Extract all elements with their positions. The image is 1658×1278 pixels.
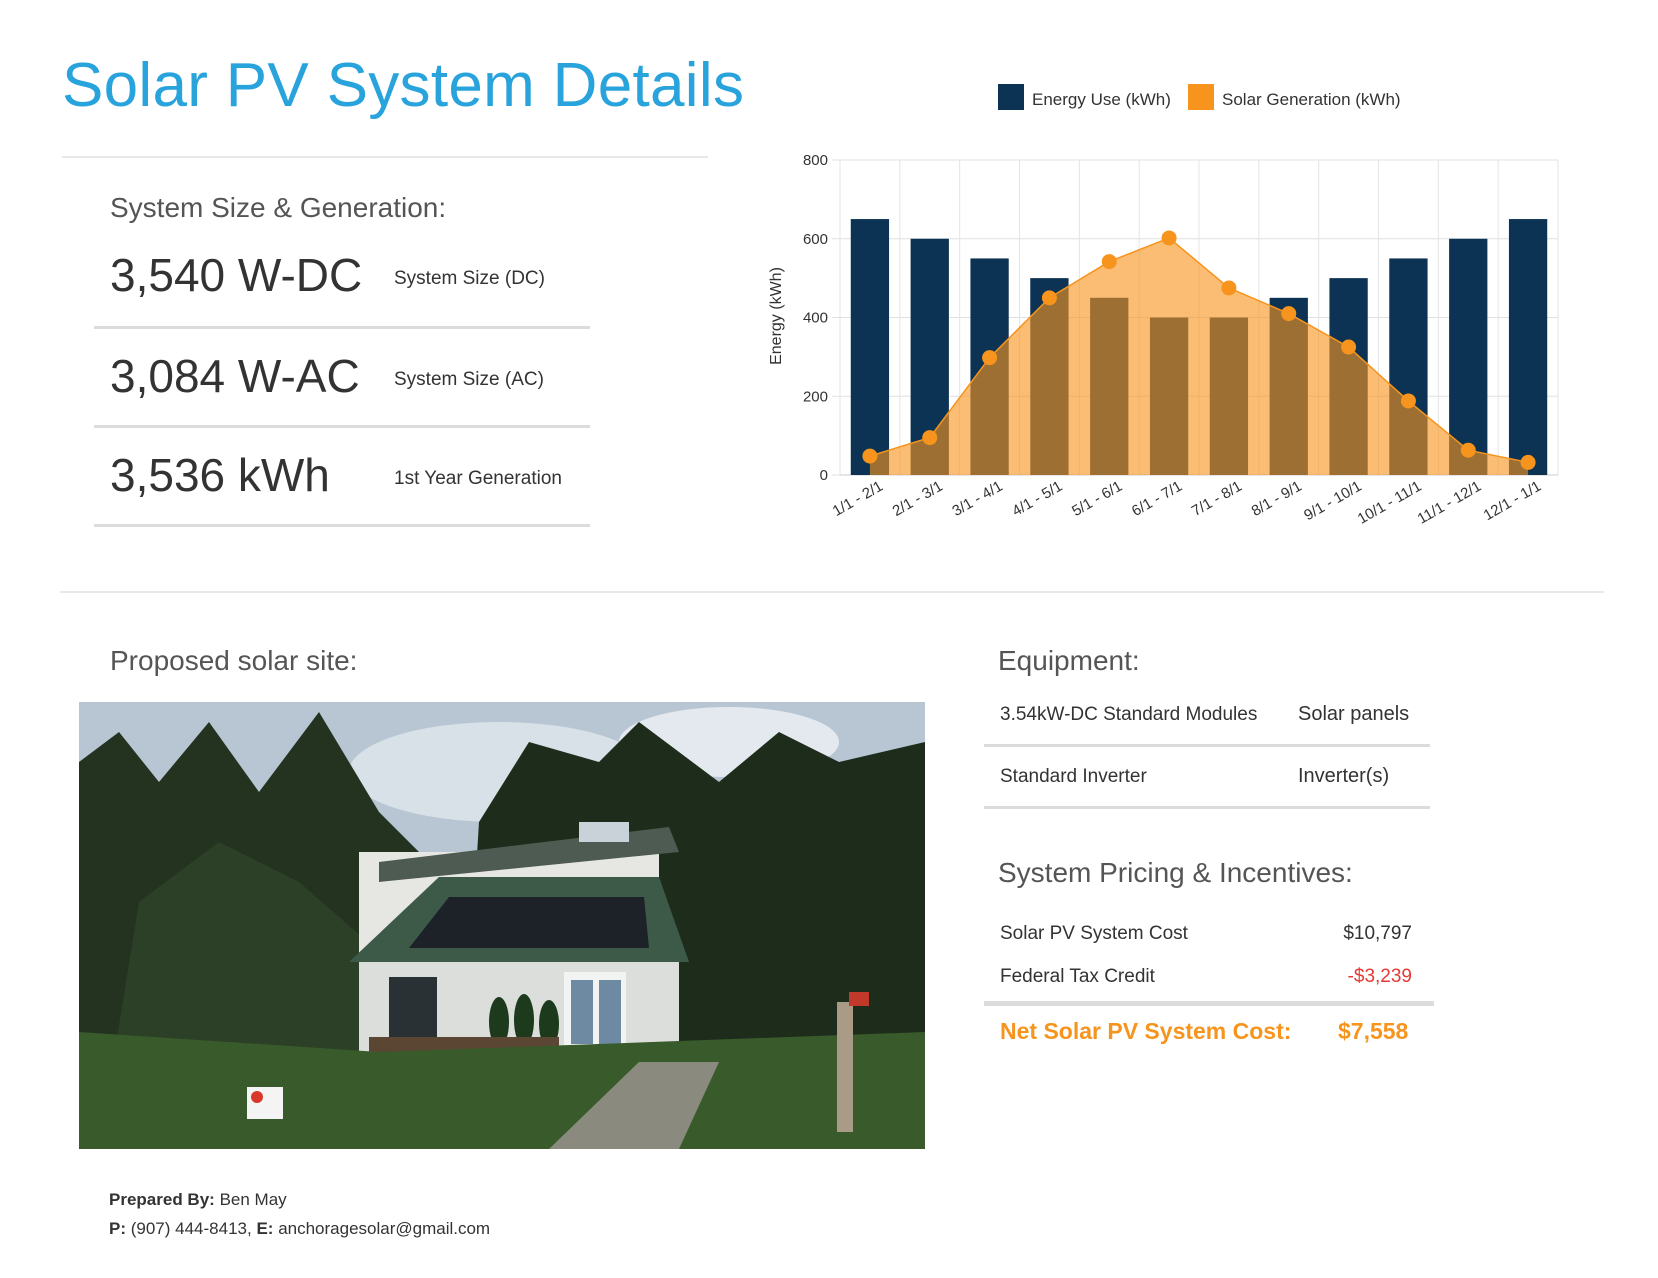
legend-swatch-solar-generation <box>1188 84 1214 110</box>
x-tick-label: 2/1 - 3/1 <box>890 478 946 520</box>
system-size-ac-label: System Size (AC) <box>394 369 544 390</box>
pricing-heading: System Pricing & Incentives: <box>998 857 1353 888</box>
x-tick-label: 3/1 - 4/1 <box>949 478 1005 520</box>
system-size-dc-value: 3,540 W-DC <box>110 249 363 301</box>
system-cost-amount: $10,797 <box>1343 923 1412 944</box>
equipment-row-inverter: Standard Inverter Inverter(s) <box>984 747 1430 809</box>
x-tick-label: 1/1 - 2/1 <box>830 478 886 520</box>
solar-generation-point <box>1460 442 1476 458</box>
email-address[interactable]: anchoragesolar@gmail.com <box>278 1219 490 1238</box>
pricing-total-divider <box>984 1001 1434 1006</box>
solar-generation-point <box>1101 254 1117 270</box>
solar-generation-point <box>1221 280 1237 296</box>
prepared-by-label: Prepared By: <box>109 1190 215 1209</box>
system-size-dc-label: System Size (DC) <box>394 268 545 289</box>
page-title: Solar PV System Details <box>62 51 745 120</box>
pricing-row-system-cost: Solar PV System Cost $10,797 <box>1000 923 1412 947</box>
equipment-heading: Equipment: <box>998 645 1140 676</box>
chart-legend: Energy Use (kWh) Solar Generation (kWh) <box>998 84 1401 110</box>
solar-generation-point <box>1281 306 1297 322</box>
energy-chart-svg: Energy Use (kWh) Solar Generation (kWh) … <box>768 84 1559 528</box>
net-cost-amount: $7,558 <box>1338 1018 1409 1044</box>
y-tick-label: 0 <box>820 467 828 484</box>
pricing-row-tax-credit: Federal Tax Credit -$3,239 <box>1000 966 1412 990</box>
section-divider <box>60 591 1604 593</box>
x-tick-label: 5/1 - 6/1 <box>1069 478 1125 520</box>
y-tick-label: 600 <box>803 231 828 248</box>
tax-credit-amount: -$3,239 <box>1347 966 1412 987</box>
equipment-modules-type: Solar panels <box>1298 703 1410 725</box>
title-divider <box>62 156 708 158</box>
x-tick-label: 7/1 - 8/1 <box>1189 478 1245 520</box>
metric-row-ac: 3,084 W-AC System Size (AC) <box>94 329 590 428</box>
energy-use-bar <box>850 219 890 475</box>
x-tick-label: 9/1 - 10/1 <box>1301 478 1364 524</box>
solar-generation-point <box>1400 393 1416 409</box>
metric-row-generation: 3,536 kWh 1st Year Generation <box>94 428 590 527</box>
prepared-by-line: Prepared By: Ben May <box>109 1190 287 1210</box>
net-cost-label: Net Solar PV System Cost: <box>1000 1018 1292 1044</box>
x-tick-label: 4/1 - 5/1 <box>1009 478 1065 520</box>
solar-generation-point <box>1161 230 1177 246</box>
tax-credit-label: Federal Tax Credit <box>1000 966 1155 987</box>
prepared-by-name: Ben May <box>219 1190 287 1209</box>
solar-generation-point <box>1341 339 1357 355</box>
solar-generation-point <box>862 448 878 464</box>
phone-number: (907) 444-8413, <box>130 1219 252 1238</box>
metric-row-dc: 3,540 W-DC System Size (DC) <box>94 242 590 329</box>
legend-label-solar-generation: Solar Generation (kWh) <box>1222 90 1401 109</box>
y-axis-label: Energy (kWh) <box>768 267 785 365</box>
legend-swatch-energy-use <box>998 84 1024 110</box>
solar-generation-point <box>982 350 998 366</box>
equipment-inverter-name: Standard Inverter <box>1000 766 1147 787</box>
energy-use-bar <box>1508 219 1548 475</box>
equipment-modules-name: 3.54kW-DC Standard Modules <box>1000 704 1258 725</box>
solar-generation-area <box>869 237 1529 475</box>
site-photo <box>79 702 925 1149</box>
x-tick-label: 10/1 - 11/1 <box>1355 478 1425 528</box>
system-cost-label: Solar PV System Cost <box>1000 923 1188 944</box>
system-size-heading: System Size & Generation: <box>110 192 447 223</box>
email-label: E: <box>256 1219 274 1238</box>
x-tick-label: 8/1 - 9/1 <box>1249 478 1305 520</box>
x-tick-label: 12/1 - 1/1 <box>1481 478 1544 524</box>
phone-label: P: <box>109 1219 126 1238</box>
solar-generation-point <box>922 430 938 446</box>
first-year-generation-value: 3,536 kWh <box>110 449 330 501</box>
equipment-inverter-type: Inverter(s) <box>1298 765 1390 787</box>
system-size-ac-value: 3,084 W-AC <box>110 350 360 402</box>
contact-line: P: (907) 444-8413, E: anchoragesolar@gma… <box>109 1219 490 1239</box>
x-tick-label: 6/1 - 7/1 <box>1129 478 1185 520</box>
y-tick-label: 400 <box>803 310 828 327</box>
x-tick-label: 11/1 - 12/1 <box>1415 478 1485 528</box>
site-photo-illustration <box>79 702 925 1149</box>
solar-generation-point <box>1520 454 1536 470</box>
net-cost-row: Net Solar PV System Cost: $7,558 <box>1000 1018 1418 1048</box>
equipment-row-modules: 3.54kW-DC Standard Modules Solar panels <box>984 690 1430 747</box>
legend-label-energy-use: Energy Use (kWh) <box>1032 90 1171 109</box>
y-tick-label: 800 <box>803 152 828 169</box>
first-year-generation-label: 1st Year Generation <box>394 468 562 489</box>
y-tick-label: 200 <box>803 388 828 405</box>
energy-chart: Energy Use (kWh) Solar Generation (kWh) … <box>760 70 1600 570</box>
proposed-site-heading: Proposed solar site: <box>110 645 358 676</box>
solar-generation-point <box>1041 290 1057 306</box>
